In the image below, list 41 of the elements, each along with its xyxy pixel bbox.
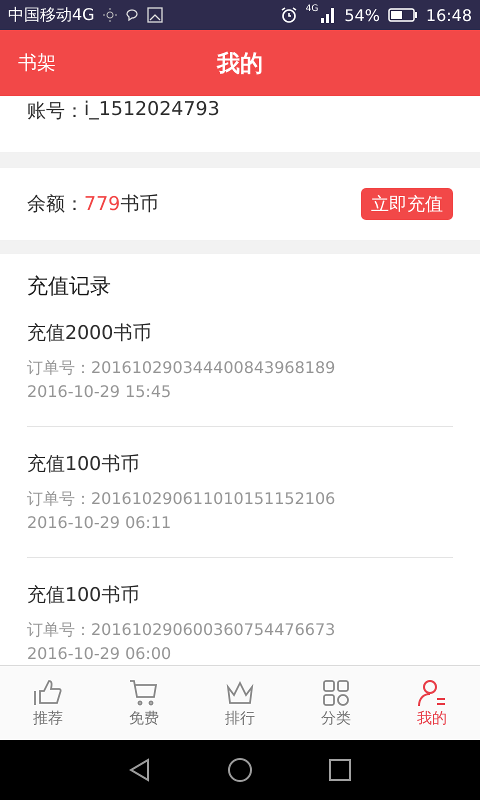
tab-item[interactable]: 排行 [192,666,288,740]
signal-icon [320,6,336,24]
sun-icon [102,8,117,22]
record-title: 充值100书币 [27,452,140,477]
image-icon [146,7,163,23]
record-time: 2016-10-29 06:00 [27,643,172,665]
record-time: 2016-10-29 15:45 [27,381,172,403]
account-id: i_1512024793 [84,98,220,122]
section-title: 充值记录 [27,273,112,300]
home-icon[interactable] [226,757,253,783]
balance-label: 余额： [27,192,84,217]
recharge-button[interactable]: 立即充值 [361,188,453,220]
record-title: 充值100书币 [27,583,140,608]
back-icon[interactable] [128,758,152,782]
crown-icon [225,678,255,706]
balance-amount: 779 [84,193,120,215]
clock-time: 16:48 [426,6,472,24]
thumbs-up-icon [33,678,63,706]
cart-icon [129,678,159,706]
alarm-icon [280,6,298,24]
network-label: 4G [306,4,318,14]
battery-percent: 54% [344,6,380,24]
balance-unit: 书币 [120,192,158,217]
recents-icon[interactable] [328,758,352,782]
record-time: 2016-10-29 06:11 [27,512,172,534]
order-number: 订单号：201610290611010151152106 [27,488,336,510]
tab-item[interactable]: 推荐 [0,666,96,740]
order-number: 订单号：201610290600360754476673 [27,619,336,641]
carrier-text: 中国移动4G [8,4,95,26]
chat-icon [124,8,139,22]
page-title: 我的 [216,50,264,78]
account-label: 账号： [27,99,84,124]
tab-item[interactable]: 分类 [288,666,384,740]
back-button[interactable]: 书架 [0,50,100,76]
battery-icon [388,7,418,23]
tab-item[interactable]: 我的 [384,666,480,740]
order-number: 订单号：201610290344400843968189 [27,357,336,379]
record-title: 充值2000书币 [27,321,152,346]
grid-icon [322,678,350,706]
person-icon [417,678,447,706]
tab-item[interactable]: 免费 [96,666,192,740]
